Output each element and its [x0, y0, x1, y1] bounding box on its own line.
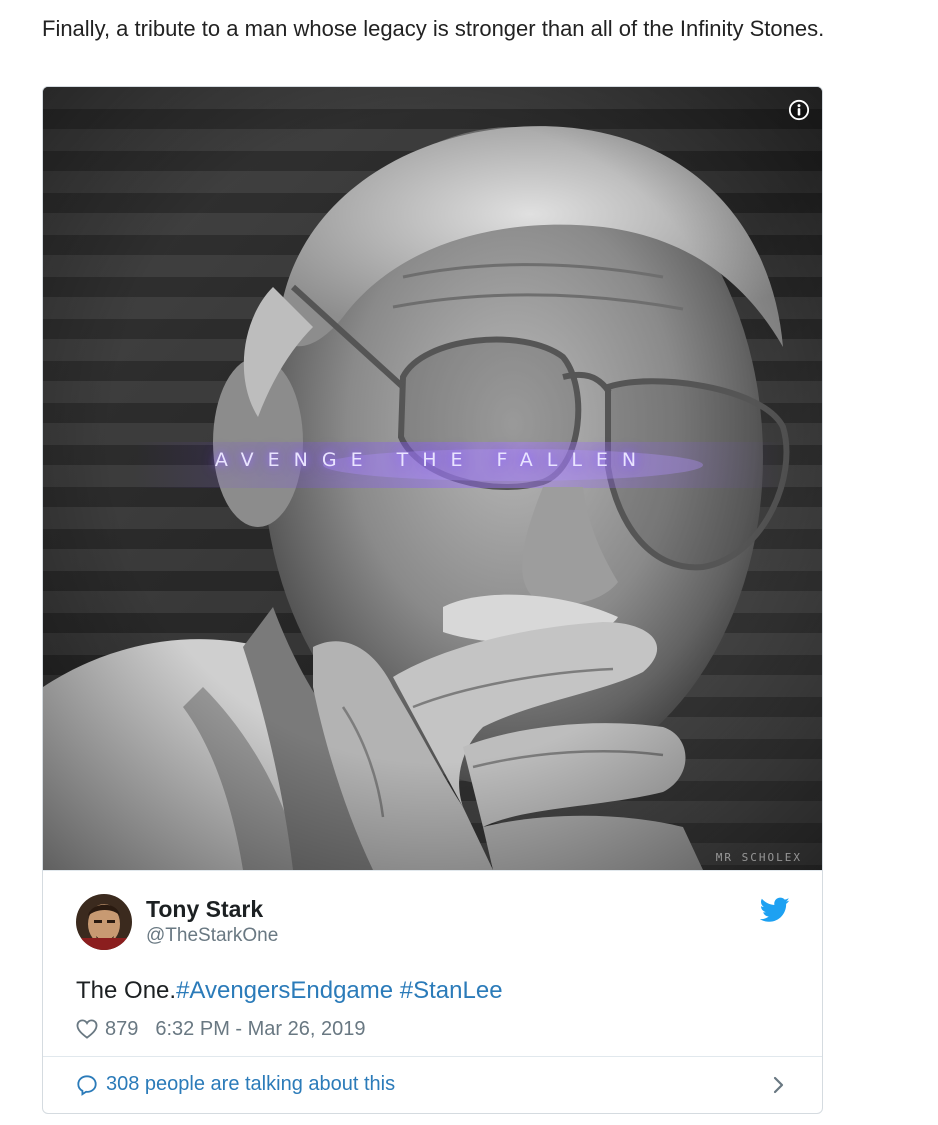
- article-intro-text: Finally, a tribute to a man whose legacy…: [42, 16, 825, 41]
- talking-label: 308 people are talking about this: [106, 1073, 396, 1095]
- tweet-text-plain: The One.: [76, 977, 177, 1004]
- author-handle[interactable]: @TheStarkOne: [146, 925, 278, 947]
- tweet-photo[interactable]: AVENGE THE FALLEN MR SCHOLEX: [43, 87, 822, 870]
- embedded-tweet-card[interactable]: AVENGE THE FALLEN MR SCHOLEX Tony Stark …: [42, 86, 823, 1114]
- heart-icon[interactable]: [76, 1019, 98, 1039]
- tweet-body: Tony Stark @TheStarkOne The One.#Avenger…: [43, 870, 822, 1113]
- poster-tagline: AVENGE THE FALLEN: [214, 449, 651, 471]
- info-icon[interactable]: [788, 99, 810, 121]
- avatar[interactable]: [76, 894, 132, 950]
- tweet-meta: 879 6:32 PM - Mar 26, 2019: [76, 1017, 365, 1041]
- chevron-right-icon[interactable]: [772, 1075, 786, 1095]
- hashtag-avengersendgame[interactable]: #AvengersEndgame: [176, 977, 393, 1004]
- twitter-bird-icon[interactable]: [760, 897, 790, 923]
- divider: [43, 1056, 822, 1057]
- speech-bubble-icon: [77, 1074, 97, 1096]
- portrait-image: [43, 87, 822, 870]
- tweet-text: The One.#AvengersEndgame #StanLee: [76, 977, 503, 1005]
- author-name[interactable]: Tony Stark: [146, 896, 263, 923]
- artist-watermark: MR SCHOLEX: [715, 851, 802, 864]
- like-count[interactable]: 879: [105, 1018, 138, 1041]
- avatar-image: [76, 894, 132, 950]
- tweet-timestamp[interactable]: 6:32 PM - Mar 26, 2019: [155, 1018, 365, 1041]
- hashtag-stanlee[interactable]: #StanLee: [400, 977, 503, 1004]
- talking-link[interactable]: 308 people are talking about this: [76, 1073, 395, 1096]
